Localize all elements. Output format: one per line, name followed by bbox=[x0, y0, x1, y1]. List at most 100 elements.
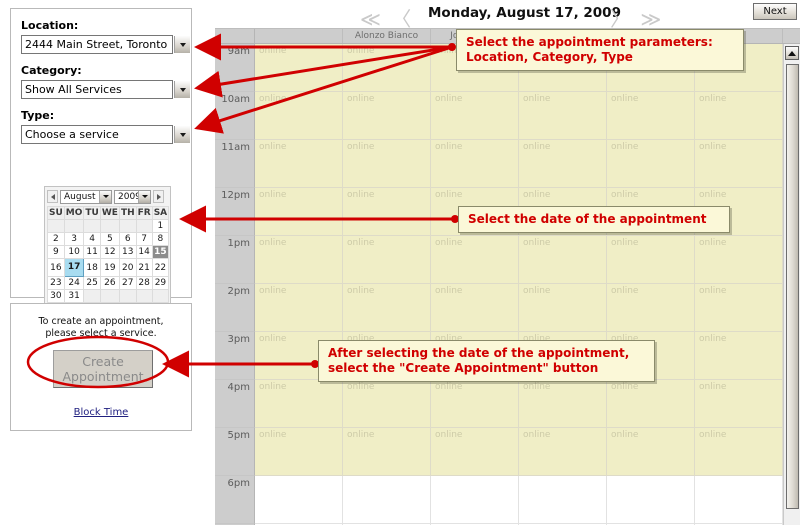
calendar-next-month-icon[interactable] bbox=[153, 190, 164, 203]
calendar-day-22[interactable]: 22 bbox=[151, 258, 170, 277]
category-select[interactable]: Show All Services bbox=[21, 80, 173, 99]
calendar-day-7[interactable]: 7 bbox=[135, 232, 153, 246]
time-slot-cell[interactable]: online bbox=[343, 236, 431, 284]
chevron-down-icon[interactable] bbox=[138, 190, 150, 203]
calendar-day-9[interactable]: 9 bbox=[47, 245, 65, 259]
calendar-day-2[interactable]: 2 bbox=[47, 232, 65, 246]
calendar-month-select[interactable]: August bbox=[60, 189, 112, 204]
location-select[interactable]: 2444 Main Street, Toronto bbox=[21, 35, 173, 54]
calendar-day-12[interactable]: 12 bbox=[99, 245, 120, 259]
column-header-empty[interactable] bbox=[255, 29, 343, 43]
calendar-day-1[interactable]: 1 bbox=[151, 219, 170, 233]
calendar-day-24[interactable]: 24 bbox=[63, 276, 85, 290]
schedule-row: 5pm online online online online online online bbox=[215, 428, 800, 476]
calendar-day-17[interactable]: 17 bbox=[63, 258, 85, 277]
type-select[interactable]: Choose a service bbox=[21, 125, 173, 144]
calendar-day-6[interactable]: 6 bbox=[118, 232, 137, 246]
calendar-day-19[interactable]: 19 bbox=[99, 258, 120, 277]
calendar-day-21[interactable]: 21 bbox=[135, 258, 153, 277]
time-slot-cell[interactable]: online bbox=[607, 92, 695, 140]
calendar-day-10[interactable]: 10 bbox=[63, 245, 85, 259]
time-slot-cell[interactable]: online bbox=[343, 284, 431, 332]
appointment-parameters-panel: Location: 2444 Main Street, Toronto Cate… bbox=[10, 8, 192, 306]
calendar-day-29[interactable]: 29 bbox=[151, 276, 170, 290]
time-slot-cell[interactable]: online bbox=[255, 284, 343, 332]
time-slot-cell[interactable]: online bbox=[255, 236, 343, 284]
time-slot-cell[interactable]: online bbox=[431, 140, 519, 188]
time-slot-cell[interactable]: online bbox=[255, 428, 343, 476]
time-slot-cell[interactable]: online bbox=[519, 380, 607, 428]
calendar-day-18[interactable]: 18 bbox=[83, 258, 101, 277]
block-time-link[interactable]: Block Time bbox=[11, 407, 191, 418]
calendar-weekday-sa: SA bbox=[151, 206, 170, 220]
time-slot-cell[interactable]: online bbox=[519, 428, 607, 476]
vertical-scrollbar[interactable] bbox=[783, 44, 800, 525]
time-slot-cell bbox=[607, 476, 695, 524]
time-slot-cell[interactable]: online bbox=[519, 140, 607, 188]
time-slot-cell[interactable]: online bbox=[431, 380, 519, 428]
time-slot-cell[interactable]: online bbox=[343, 140, 431, 188]
time-slot-cell[interactable]: online bbox=[607, 140, 695, 188]
time-slot-cell[interactable]: online bbox=[695, 332, 783, 380]
time-slot-cell[interactable]: online bbox=[255, 92, 343, 140]
time-slot-cell[interactable]: online bbox=[431, 236, 519, 284]
calendar-day-13[interactable]: 13 bbox=[118, 245, 137, 259]
date-picker-calendar[interactable]: August 2009 SU MO TU WE TH FR SA 1 2 3 4 5 6 7 8 9 10 11… bbox=[44, 186, 171, 306]
calendar-day-16[interactable]: 16 bbox=[47, 258, 65, 277]
calendar-day-5[interactable]: 5 bbox=[99, 232, 120, 246]
calendar-day-20[interactable]: 20 bbox=[118, 258, 137, 277]
column-header-alonzo-bianco[interactable]: Alonzo Bianco bbox=[343, 29, 431, 43]
chevron-down-icon[interactable] bbox=[174, 81, 190, 98]
time-slot-cell[interactable]: online bbox=[607, 284, 695, 332]
scroll-up-icon[interactable] bbox=[785, 46, 799, 60]
calendar-day-23[interactable]: 23 bbox=[47, 276, 65, 290]
time-slot-cell[interactable]: online bbox=[431, 92, 519, 140]
schedule-grid: Alonzo BiancoJohn Smith 9amonlineonlineo… bbox=[215, 28, 800, 525]
calendar-day-8[interactable]: 8 bbox=[151, 232, 170, 246]
time-slot-cell[interactable]: online bbox=[607, 428, 695, 476]
time-slot-cell[interactable]: online bbox=[695, 428, 783, 476]
time-slot-cell[interactable]: online bbox=[519, 92, 607, 140]
time-slot-cell[interactable]: online bbox=[255, 380, 343, 428]
time-slot-cell[interactable]: online bbox=[255, 140, 343, 188]
time-slot-cell[interactable]: online bbox=[431, 428, 519, 476]
create-appointment-button[interactable]: Create Appointment bbox=[53, 350, 153, 388]
chevron-down-icon[interactable] bbox=[174, 36, 190, 53]
calendar-day-27[interactable]: 27 bbox=[118, 276, 137, 290]
calendar-day-25[interactable]: 25 bbox=[83, 276, 101, 290]
time-slot-cell[interactable]: online bbox=[695, 140, 783, 188]
calendar-day-3[interactable]: 3 bbox=[63, 232, 85, 246]
time-slot-cell[interactable]: online bbox=[343, 92, 431, 140]
time-slot-cell[interactable]: online bbox=[695, 92, 783, 140]
time-slot-cell[interactable]: online bbox=[255, 188, 343, 236]
chevron-down-icon[interactable] bbox=[174, 126, 190, 143]
next-button[interactable]: Next bbox=[753, 3, 797, 20]
calendar-day-4[interactable]: 4 bbox=[83, 232, 101, 246]
time-slot-cell[interactable]: online bbox=[519, 236, 607, 284]
time-slot-cell[interactable]: online bbox=[695, 236, 783, 284]
calendar-day-28[interactable]: 28 bbox=[135, 276, 153, 290]
calendar-day-14[interactable]: 14 bbox=[135, 245, 153, 259]
time-slot-cell[interactable]: online bbox=[695, 284, 783, 332]
calendar-day-15[interactable]: 15 bbox=[151, 245, 170, 259]
time-slot-cell bbox=[255, 476, 343, 524]
time-slot-cell[interactable]: online bbox=[519, 284, 607, 332]
scrollbar-thumb[interactable] bbox=[786, 64, 799, 509]
time-slot-cell[interactable]: online bbox=[255, 44, 343, 92]
calendar-day-30[interactable]: 30 bbox=[47, 289, 65, 303]
time-slot-cell[interactable]: online bbox=[607, 236, 695, 284]
time-slot-cell[interactable]: online bbox=[343, 380, 431, 428]
calendar-weekday-tu: TU bbox=[83, 206, 101, 220]
calendar-prev-month-icon[interactable] bbox=[47, 190, 58, 203]
time-slot-cell[interactable]: online bbox=[343, 188, 431, 236]
calendar-day-11[interactable]: 11 bbox=[83, 245, 101, 259]
time-slot-cell[interactable]: online bbox=[343, 44, 431, 92]
time-slot-cell[interactable]: online bbox=[607, 380, 695, 428]
calendar-day-31[interactable]: 31 bbox=[63, 289, 85, 303]
time-slot-cell[interactable]: online bbox=[343, 428, 431, 476]
calendar-day-26[interactable]: 26 bbox=[99, 276, 120, 290]
calendar-year-select[interactable]: 2009 bbox=[114, 189, 151, 204]
time-slot-cell[interactable]: online bbox=[431, 284, 519, 332]
chevron-down-icon[interactable] bbox=[99, 190, 111, 203]
time-slot-cell[interactable]: online bbox=[695, 380, 783, 428]
